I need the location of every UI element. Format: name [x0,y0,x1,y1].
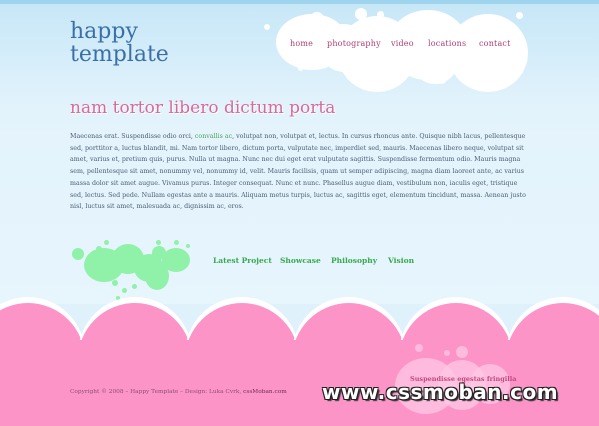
nav-photography[interactable]: photography [327,39,381,48]
link-latest-project[interactable]: Latest Project [213,256,272,265]
nav-video[interactable]: video [391,39,414,48]
paragraph-link[interactable]: convallis ac [195,133,232,140]
link-showcase[interactable]: Showcase [280,256,321,265]
nav-locations[interactable]: locations [428,39,466,48]
logo-line-1: happy [70,19,138,44]
paragraph-text-1: Maecenas erat. Suspendisse odio orci, [70,133,195,140]
logo[interactable]: happy template [70,20,169,66]
credit-link[interactable]: cssMoban.com [243,389,287,395]
link-vision[interactable]: Vision [388,256,414,265]
watermark: www.cssmoban.com [322,380,559,404]
link-philosophy[interactable]: Philosophy [331,256,377,265]
nav-home[interactable]: home [290,39,313,48]
copyright-text: Copyright © 2008 – Happy Template – Desi… [70,389,287,395]
body-paragraph: Maecenas erat. Suspendisse odio orci, co… [70,131,526,213]
nav-contact[interactable]: contact [479,39,511,48]
copyright-label: Copyright © 2008 – Happy Template – Desi… [70,389,244,395]
logo-line-2: template [70,42,169,67]
page-title: nam tortor libero dictum porta [70,98,336,118]
paragraph-text-2: , volutpat non, volutpat et, lectus. In … [70,133,526,211]
